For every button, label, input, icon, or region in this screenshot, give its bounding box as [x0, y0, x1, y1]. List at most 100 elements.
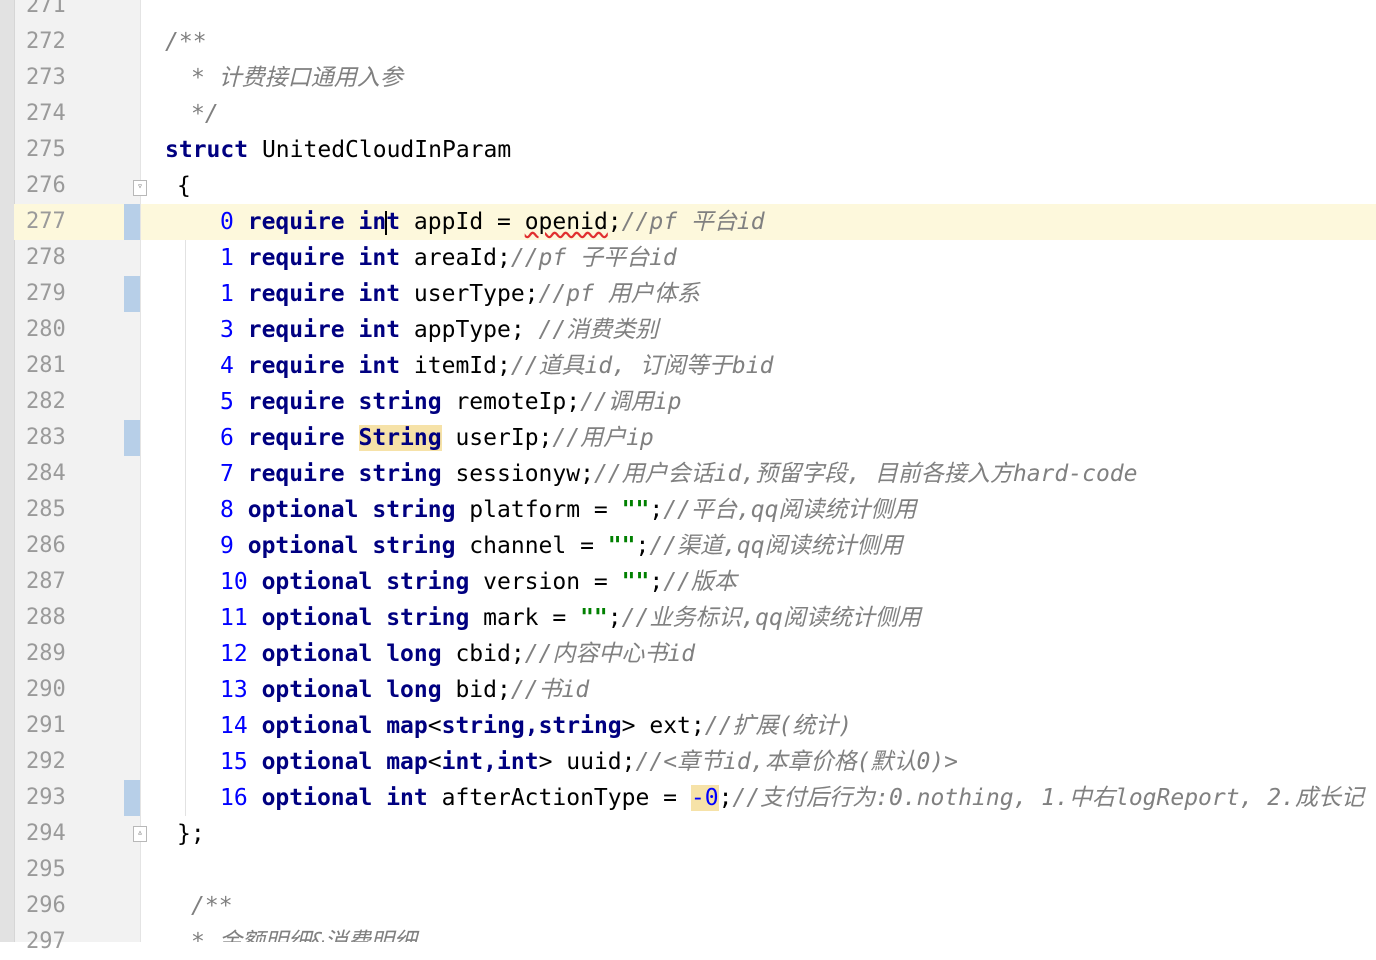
brace-open: {	[177, 173, 191, 199]
field-default-string: ""	[621, 569, 650, 595]
line-number: 283	[26, 425, 66, 450]
field-comment: //pf 用户体系	[538, 281, 700, 307]
field-name: itemId;	[400, 353, 511, 379]
field-type: int	[358, 353, 401, 379]
semicolon: ;	[718, 785, 733, 811]
field-type: map<int,int>	[386, 749, 553, 775]
field-name: mark =	[469, 605, 581, 631]
struct-field-line: 8 optional string platform = "";//平台,qq阅…	[141, 492, 916, 528]
line-number: 285	[26, 497, 66, 522]
line-number: 290	[26, 677, 66, 702]
field-comment: //用户ip	[552, 425, 654, 451]
struct-field-line: 9 optional string channel = "";//渠道,qq阅读…	[141, 528, 903, 564]
doc-comment: /**	[165, 29, 207, 55]
field-tag-number: 1	[220, 281, 234, 307]
field-comment: //内容中心书id	[524, 641, 696, 667]
field-comment: //渠道,qq阅读统计侧用	[649, 533, 903, 559]
field-modifier: require	[247, 317, 345, 343]
field-tag-number: 6	[220, 425, 234, 451]
field-tag-number: 15	[220, 749, 248, 775]
field-comment: //扩展(统计)	[704, 713, 853, 739]
code-line-struct: struct UnitedCloudInParam	[165, 132, 511, 168]
field-default-string: ""	[621, 497, 650, 523]
field-name: userIp;	[441, 425, 553, 451]
field-type: string	[372, 497, 456, 523]
struct-name: UnitedCloudInParam	[261, 137, 512, 163]
field-modifier: optional	[261, 677, 373, 703]
semicolon: ;	[649, 497, 664, 523]
change-marker	[124, 780, 140, 816]
field-comment: //<章节id,本章价格(默认0)>	[635, 749, 958, 775]
field-comment: //业务标识,qq阅读统计侧用	[621, 605, 921, 631]
line-number: 287	[26, 569, 66, 594]
line-number: 272	[26, 29, 66, 54]
field-modifier: require	[247, 425, 345, 451]
field-tag-number: 8	[220, 497, 234, 523]
doc-comment: * 计费接口通用入参	[191, 65, 403, 91]
line-number: 292	[26, 749, 66, 774]
code-editor[interactable]: /** * 计费接口通用入参 */ struct UnitedCloudInPa…	[141, 0, 1376, 942]
code-line-brace-open: {	[177, 168, 191, 204]
line-number: 281	[26, 353, 66, 378]
struct-field-line: 11 optional string mark = "";//业务标识,qq阅读…	[141, 600, 921, 636]
field-comment: //用户会话id,预留字段, 目前各接入方hard-code	[593, 461, 1138, 487]
field-type: string	[358, 461, 442, 487]
field-comment: //pf 子平台id	[510, 245, 677, 271]
change-marker	[124, 276, 140, 312]
struct-field-line: 12 optional long cbid;//内容中心书id	[141, 636, 695, 672]
field-modifier: require	[247, 281, 345, 307]
field-tag-number: 4	[220, 353, 234, 379]
struct-field-line: 3 require int appType; //消费类别	[141, 312, 658, 348]
field-type: string	[386, 569, 470, 595]
field-modifier: require	[247, 389, 345, 415]
field-type: String	[358, 425, 442, 451]
field-tag-number: 14	[220, 713, 248, 739]
field-comment: //消费类别	[538, 317, 659, 343]
field-name: remoteIp;	[441, 389, 581, 415]
field-comment: //道具id, 订阅等于bid	[510, 353, 774, 379]
field-type: int	[386, 785, 428, 811]
field-default-number: -0	[690, 785, 719, 811]
line-number: 293	[26, 785, 66, 810]
field-type: string	[358, 389, 442, 415]
line-number: 275	[26, 137, 66, 162]
change-marker	[124, 204, 140, 240]
code-line-doc2-open: /**	[191, 888, 233, 924]
field-tag-number: 5	[220, 389, 234, 415]
field-tag-number: 12	[220, 641, 248, 667]
field-modifier: optional	[261, 641, 373, 667]
field-type: long	[386, 641, 442, 667]
struct-field-line: 14 optional map<string,string> ext;//扩展(…	[141, 708, 852, 744]
change-marker	[124, 420, 140, 456]
struct-field-line: 1 require int userType;//pf 用户体系	[141, 276, 700, 312]
field-comment: //书id	[510, 677, 590, 703]
field-modifier: optional	[261, 569, 373, 595]
field-tag-number: 3	[220, 317, 234, 343]
line-number: 286	[26, 533, 66, 558]
line-number: 279	[26, 281, 66, 306]
line-number: 295	[26, 857, 66, 882]
field-modifier: require	[247, 461, 345, 487]
line-number: 282	[26, 389, 66, 414]
line-number: 288	[26, 605, 66, 630]
field-name: platform =	[455, 497, 622, 523]
field-tag-number: 10	[220, 569, 248, 595]
struct-field-line: 7 require string sessionyw;//用户会话id,预留字段…	[141, 456, 1138, 492]
field-default-ident: openid	[524, 209, 608, 235]
line-number: 277	[26, 209, 66, 234]
field-modifier: require	[247, 209, 345, 235]
doc-comment: */	[191, 101, 219, 127]
field-name: appType;	[400, 317, 539, 343]
struct-field-line: 0 require int appId = openid;//pf 平台id	[141, 204, 1376, 240]
field-name: userType;	[400, 281, 539, 307]
doc-comment: * 金额明细&消费明细	[191, 929, 417, 942]
field-type: int	[358, 281, 401, 307]
field-comment: //支付后行为:0.nothing, 1.中右logReport, 2.成长记	[732, 785, 1364, 811]
gutter-edge	[0, 0, 15, 942]
field-type: int	[358, 245, 401, 271]
doc-comment: /**	[191, 893, 233, 919]
field-modifier: optional	[247, 533, 359, 559]
field-name: appId =	[400, 209, 525, 235]
field-name: channel =	[455, 533, 608, 559]
field-modifier: optional	[261, 785, 373, 811]
